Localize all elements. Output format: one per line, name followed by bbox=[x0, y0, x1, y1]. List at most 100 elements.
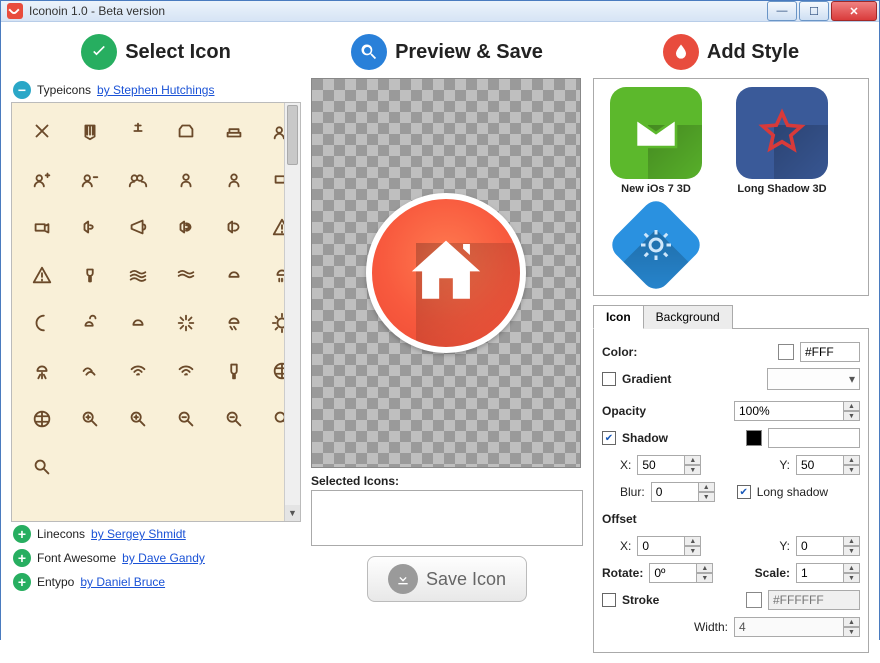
icon-pack-linecons[interactable]: + Linecons by Sergey Shmidt bbox=[11, 522, 301, 546]
collapse-icon[interactable]: − bbox=[13, 81, 31, 99]
preview-icon bbox=[366, 193, 526, 353]
rotate-spinner[interactable]: ▲▼ bbox=[649, 563, 713, 583]
opacity-spinner[interactable]: ▲▼ bbox=[734, 401, 860, 421]
search-outline-icon[interactable] bbox=[22, 445, 62, 489]
scale-spinner[interactable]: ▲▼ bbox=[796, 563, 860, 583]
gradient-checkbox[interactable] bbox=[602, 372, 616, 386]
stroke-width-spinner[interactable]: ▲▼ bbox=[734, 617, 860, 637]
user-add-icon[interactable] bbox=[22, 157, 62, 201]
home-icon bbox=[405, 230, 487, 312]
trash-icon[interactable] bbox=[70, 109, 110, 153]
scissors-icon[interactable] bbox=[22, 109, 62, 153]
wine-icon[interactable] bbox=[214, 349, 254, 393]
pack-author-link[interactable]: by Daniel Bruce bbox=[80, 575, 165, 589]
drop-icon bbox=[663, 34, 699, 70]
snowflake-icon[interactable] bbox=[166, 301, 206, 345]
wifi-icon[interactable] bbox=[166, 349, 206, 393]
wifi-outline-icon[interactable] bbox=[118, 349, 158, 393]
color-label: Color: bbox=[602, 345, 637, 359]
moon-icon[interactable] bbox=[22, 301, 62, 345]
maximize-button[interactable]: ☐ bbox=[799, 1, 829, 21]
shadow-checkbox[interactable]: ✔ bbox=[602, 431, 616, 445]
scroll-down-icon[interactable]: ▼ bbox=[285, 505, 300, 521]
zoom-in-icon[interactable] bbox=[70, 397, 110, 441]
shadow-color-input[interactable] bbox=[768, 428, 860, 448]
stroke-swatch[interactable] bbox=[746, 592, 762, 608]
close-button[interactable]: ✕ bbox=[831, 1, 877, 21]
icon-pack-font-awesome[interactable]: + Font Awesome by Dave Gandy bbox=[11, 546, 301, 570]
showers-icon[interactable] bbox=[214, 301, 254, 345]
volume-outline-icon[interactable] bbox=[214, 205, 254, 249]
waves-outline-icon[interactable] bbox=[166, 253, 206, 297]
volume-icon[interactable] bbox=[166, 205, 206, 249]
pack-label: Linecons bbox=[37, 527, 85, 541]
user-icon[interactable] bbox=[214, 157, 254, 201]
selected-icons-box[interactable] bbox=[311, 490, 583, 546]
save-icon-button[interactable]: Save Icon bbox=[367, 556, 527, 602]
stroke-color-input[interactable] bbox=[768, 590, 860, 610]
user-remove-icon[interactable] bbox=[70, 157, 110, 201]
weather-partly-icon[interactable] bbox=[70, 301, 110, 345]
scrollbar[interactable]: ▼ bbox=[284, 103, 300, 521]
zoom-in-outline-icon[interactable] bbox=[118, 397, 158, 441]
megaphone-icon[interactable] bbox=[118, 205, 158, 249]
inbox-icon[interactable] bbox=[166, 109, 206, 153]
warning-icon[interactable] bbox=[22, 253, 62, 297]
cloud-outline-icon[interactable] bbox=[118, 301, 158, 345]
archive-icon[interactable] bbox=[214, 109, 254, 153]
pushpin-icon[interactable] bbox=[118, 109, 158, 153]
expand-icon[interactable]: + bbox=[13, 525, 31, 543]
blur-spinner[interactable]: ▲▼ bbox=[651, 482, 715, 502]
stroke-checkbox[interactable] bbox=[602, 593, 616, 607]
camcorder-icon[interactable] bbox=[22, 205, 62, 249]
volume-low-icon[interactable] bbox=[70, 205, 110, 249]
icon-pack-typeicons[interactable]: − Typeicons by Stephen Hutchings bbox=[11, 78, 301, 102]
titlebar: Iconoin 1.0 - Beta version — ☐ ✕ bbox=[1, 1, 879, 22]
shadow-x-spinner[interactable]: ▲▼ bbox=[637, 455, 701, 475]
offset-x-spinner[interactable]: ▲▼ bbox=[637, 536, 701, 556]
minimize-button[interactable]: — bbox=[767, 1, 797, 21]
wind-icon[interactable] bbox=[70, 349, 110, 393]
stroke-width-label: Width: bbox=[694, 620, 728, 634]
pack-author-link[interactable]: by Stephen Hutchings bbox=[97, 83, 214, 97]
shadow-y-spinner[interactable]: ▲▼ bbox=[796, 455, 860, 475]
tab-background[interactable]: Background bbox=[643, 305, 733, 329]
expand-icon[interactable]: + bbox=[13, 549, 31, 567]
style-long-shadow-3d[interactable]: Long Shadow 3D bbox=[728, 87, 836, 195]
stroke-label: Stroke bbox=[622, 593, 659, 607]
zoom-out-icon[interactable] bbox=[166, 397, 206, 441]
zoom-out-outline-icon[interactable] bbox=[214, 397, 254, 441]
pack-label: Font Awesome bbox=[37, 551, 116, 565]
color-input[interactable] bbox=[800, 342, 860, 362]
shadow-label: Shadow bbox=[622, 431, 668, 445]
rotate-label: Rotate: bbox=[602, 566, 643, 580]
pack-author-link[interactable]: by Sergey Shmidt bbox=[91, 527, 186, 541]
long-shadow-checkbox[interactable]: ✔ bbox=[737, 485, 751, 499]
tab-icon[interactable]: Icon bbox=[593, 305, 644, 329]
globe-outline-icon[interactable] bbox=[22, 397, 62, 441]
user-group-icon[interactable] bbox=[118, 157, 158, 201]
storm-icon[interactable] bbox=[22, 349, 62, 393]
preview-title: Preview & Save bbox=[395, 41, 543, 64]
scroll-thumb[interactable] bbox=[287, 105, 298, 165]
color-swatch[interactable] bbox=[778, 344, 794, 360]
gradient-combo[interactable]: ▾ bbox=[767, 368, 860, 390]
user-outline-icon[interactable] bbox=[166, 157, 206, 201]
pack-author-link[interactable]: by Dave Gandy bbox=[122, 551, 205, 565]
watch-icon[interactable] bbox=[70, 253, 110, 297]
expand-icon[interactable]: + bbox=[13, 573, 31, 591]
envelope-icon bbox=[631, 115, 681, 151]
shadow-color-swatch[interactable] bbox=[746, 430, 762, 446]
style-ios7-3d[interactable]: New iOs 7 3D bbox=[602, 87, 710, 195]
app-icon bbox=[7, 3, 23, 19]
style-diamond[interactable] bbox=[602, 199, 710, 291]
shadow-x-label: X: bbox=[620, 458, 631, 472]
gradient-label: Gradient bbox=[622, 372, 671, 386]
cloud-icon[interactable] bbox=[214, 253, 254, 297]
waves-icon[interactable] bbox=[118, 253, 158, 297]
icon-pack-entypo[interactable]: +Entypo by Daniel Bruce bbox=[11, 570, 301, 594]
long-shadow-label: Long shadow bbox=[757, 485, 828, 499]
offset-y-spinner[interactable]: ▲▼ bbox=[796, 536, 860, 556]
window-title: Iconoin 1.0 - Beta version bbox=[29, 4, 765, 18]
add-style-column: Add Style New iOs 7 3D Long Shadow 3 bbox=[593, 32, 869, 653]
